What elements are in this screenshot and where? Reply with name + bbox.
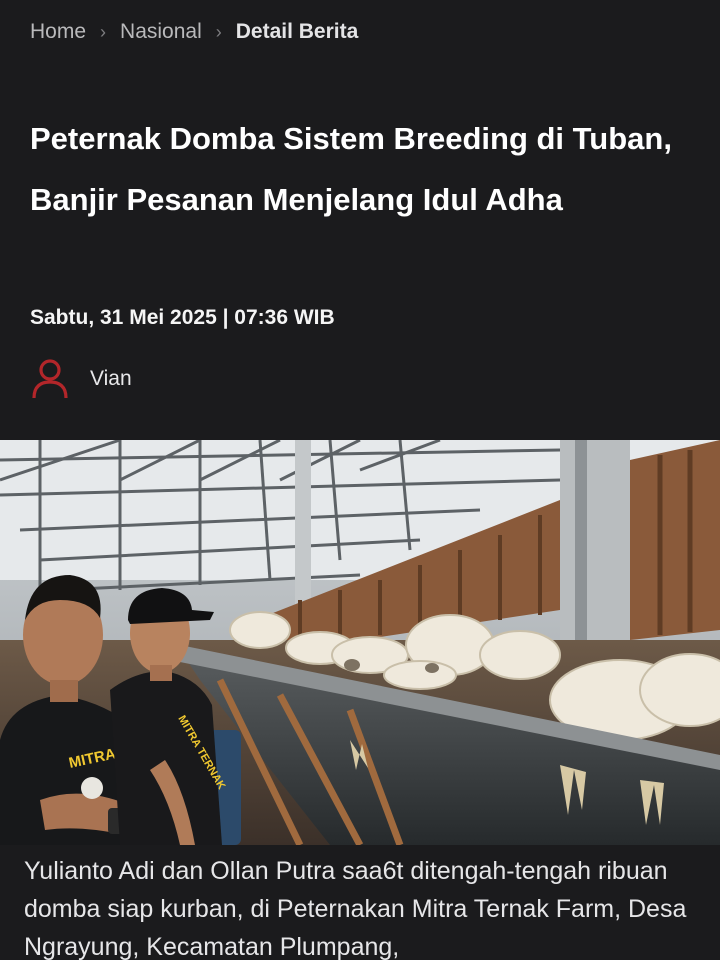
- article-author[interactable]: Vian: [30, 358, 132, 400]
- breadcrumb-current: Detail Berita: [235, 20, 359, 43]
- breadcrumb-separator: ›: [215, 21, 222, 42]
- breadcrumb: Home › Nasional › Detail Berita: [30, 20, 358, 44]
- user-icon: [32, 359, 68, 399]
- article-page: Home › Nasional › Detail Berita Peternak…: [0, 0, 720, 960]
- article-photo: MITRA TERNAK MITRA TERNAK: [0, 440, 720, 845]
- author-name[interactable]: Vian: [90, 367, 132, 391]
- article-date: Sabtu, 31 Mei 2025 | 07:36 WIB: [30, 306, 335, 329]
- photo-caption: Yulianto Adi dan Ollan Putra saa6t diten…: [24, 857, 687, 960]
- breadcrumb-home-link[interactable]: Home: [30, 20, 86, 44]
- photo-image: MITRA TERNAK MITRA TERNAK: [0, 440, 720, 845]
- breadcrumb-section-link[interactable]: Nasional: [120, 20, 202, 44]
- article-title: Peternak Domba Sistem Breeding di Tuban,…: [30, 121, 672, 217]
- breadcrumb-separator: ›: [100, 21, 107, 42]
